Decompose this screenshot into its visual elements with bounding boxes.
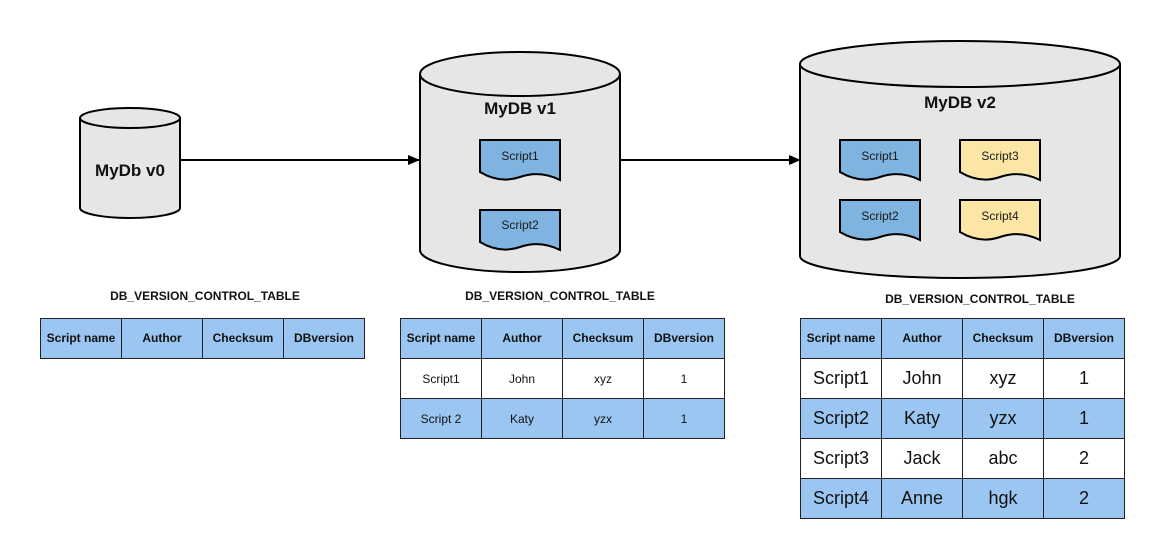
table-row: Script1 John xyz 1 <box>400 358 725 399</box>
script-label: Script3 <box>981 149 1019 163</box>
table-row: Script4 Anne hgk 2 <box>800 478 1125 519</box>
cell-checksum: xyz <box>962 358 1044 399</box>
column-header: DBversion <box>283 318 365 359</box>
cell-author: John <box>881 358 963 399</box>
cell-dbversion: 1 <box>643 398 725 439</box>
script-label: Script4 <box>981 209 1019 223</box>
table-header-row: Script name Author Checksum DBversion <box>800 318 1125 359</box>
script-label: Script1 <box>501 149 539 163</box>
database-label: MyDB v1 <box>484 99 556 118</box>
cell-script-name: Script1 <box>800 358 882 399</box>
script-document: Script2 <box>839 199 921 242</box>
cell-dbversion: 2 <box>1043 478 1125 519</box>
cell-script-name: Script2 <box>800 398 882 439</box>
table-title: DB_VERSION_CONTROL_TABLE <box>885 292 1075 306</box>
table-row: Script3 Jack abc 2 <box>800 438 1125 479</box>
table-row: Script 2 Katy yzx 1 <box>400 398 725 439</box>
script-document: Script1 <box>479 139 561 182</box>
column-header: Author <box>481 318 563 359</box>
version-control-table-v2: Script name Author Checksum DBversion Sc… <box>800 318 1125 519</box>
script-document-new: Script4 <box>959 199 1041 242</box>
database-v1: MyDB v1 Script1 Script2 <box>419 51 621 273</box>
column-header: Checksum <box>202 318 284 359</box>
database-label: MyDB v2 <box>924 93 996 112</box>
column-header: Script name <box>400 318 482 359</box>
cell-dbversion: 1 <box>643 358 725 399</box>
cell-author: Anne <box>881 478 963 519</box>
database-label: MyDb v0 <box>95 161 165 180</box>
script-label: Script2 <box>501 218 539 232</box>
script-label: Script2 <box>861 209 899 223</box>
version-control-table-v0: Script name Author Checksum DBversion <box>40 318 365 359</box>
column-header: DBversion <box>643 318 725 359</box>
column-header: DBversion <box>1043 318 1125 359</box>
script-document-new: Script3 <box>959 139 1041 182</box>
cell-script-name: Script3 <box>800 438 882 479</box>
column-header: Author <box>121 318 203 359</box>
cell-checksum: xyz <box>562 358 644 399</box>
cell-script-name: Script1 <box>400 358 482 399</box>
cell-author: Katy <box>481 398 563 439</box>
column-header: Checksum <box>962 318 1044 359</box>
script-document: Script2 <box>479 209 561 252</box>
cell-checksum: yzx <box>562 398 644 439</box>
cell-checksum: yzx <box>962 398 1044 439</box>
script-label: Script1 <box>861 149 899 163</box>
cell-author: Jack <box>881 438 963 479</box>
column-header: Checksum <box>562 318 644 359</box>
version-control-table-v1: Script name Author Checksum DBversion Sc… <box>400 318 725 439</box>
cell-dbversion: 1 <box>1043 398 1125 439</box>
table-header-row: Script name Author Checksum DBversion <box>400 318 725 359</box>
cell-script-name: Script4 <box>800 478 882 519</box>
cell-author: John <box>481 358 563 399</box>
cell-checksum: hgk <box>962 478 1044 519</box>
column-header: Script name <box>40 318 122 359</box>
table-row: Script1 John xyz 1 <box>800 358 1125 399</box>
cell-script-name: Script 2 <box>400 398 482 439</box>
cell-dbversion: 1 <box>1043 358 1125 399</box>
table-title: DB_VERSION_CONTROL_TABLE <box>465 289 655 303</box>
cell-dbversion: 2 <box>1043 438 1125 479</box>
column-header: Script name <box>800 318 882 359</box>
table-header-row: Script name Author Checksum DBversion <box>40 318 365 359</box>
database-v0: MyDb v0 <box>79 107 181 219</box>
cell-author: Katy <box>881 398 963 439</box>
table-title: DB_VERSION_CONTROL_TABLE <box>110 289 300 303</box>
cell-checksum: abc <box>962 438 1044 479</box>
database-v2: MyDB v2 Script1 Script3 Script2 Script4 <box>799 40 1121 279</box>
column-header: Author <box>881 318 963 359</box>
script-document: Script1 <box>839 139 921 182</box>
table-row: Script2 Katy yzx 1 <box>800 398 1125 439</box>
